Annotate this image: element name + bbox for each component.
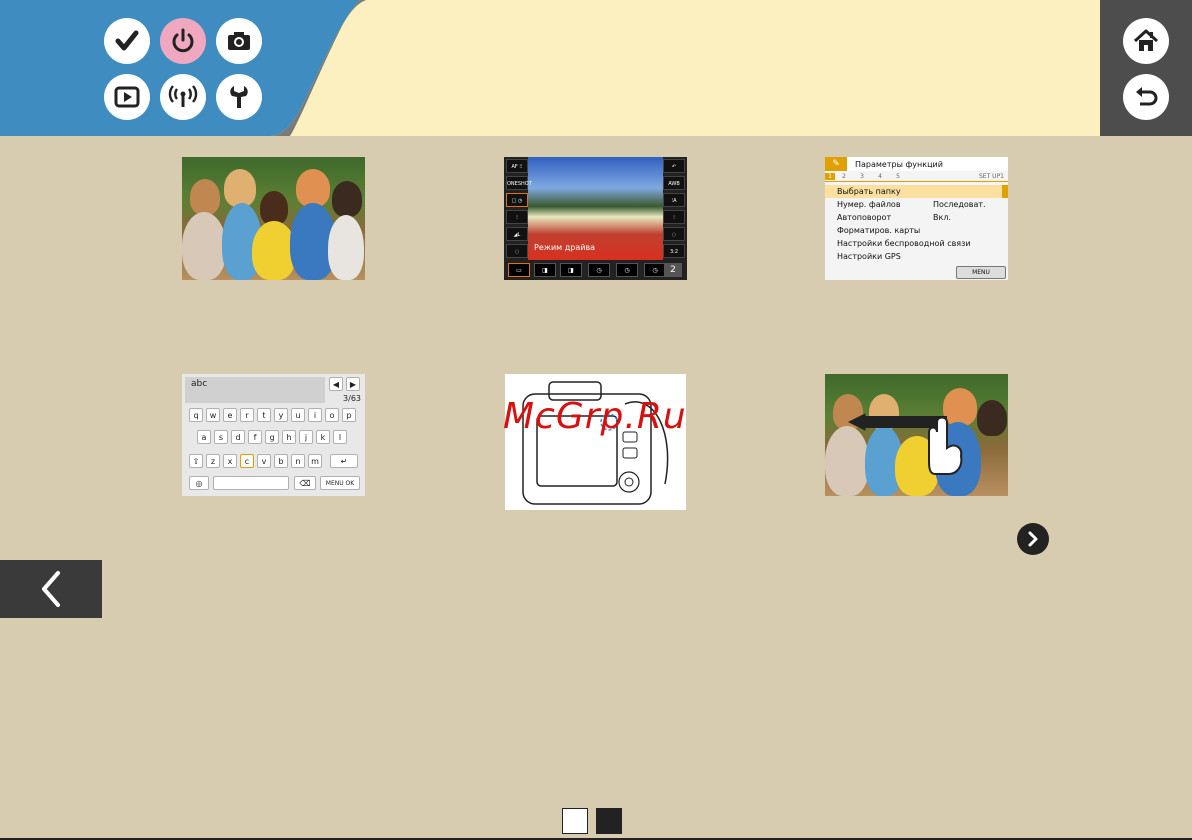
key: c [240,454,254,468]
side-button: AF ⁝⁝ [506,159,528,173]
key: a [197,430,211,444]
key: g [265,430,279,444]
ok-key: MENU OK [320,476,360,490]
text-field: abc [185,377,325,403]
drive-mode-label: Режим драйва [534,243,596,252]
side-button: ⁝ [663,210,685,224]
side-button: ◢L [506,227,528,241]
menu-row: Настройки GPS [837,252,901,261]
enter-icon: ↵ [330,454,358,468]
menu-screen: ✎ Параметры функций 1 2 3 4 5 SET UP1 Вы… [825,157,1008,280]
key: s [214,430,228,444]
nav-panel [1100,0,1192,136]
key: q [189,408,203,422]
menu-row: Форматиров. карты [837,226,921,235]
checkmark-icon[interactable] [104,18,150,64]
header [0,0,1192,136]
side-button: □ ◷ [506,193,528,207]
key: o [325,408,339,422]
side-button: ONESHOT [506,176,532,190]
key: h [282,430,296,444]
menu-row: Автоповорот Вкл. [837,213,951,222]
wrench-icon[interactable] [216,74,262,120]
arrow-left-icon: ◀ [329,377,343,391]
watermark: McGrp.Ru [503,396,687,437]
key: v [257,454,271,468]
arrow-right-icon: ▶ [346,377,360,391]
keyboard-screen: abc ◀ ▶ 3/63 q w e r t y u i o p a s d f… [182,374,365,496]
backspace-icon: ⌫ [294,476,316,490]
key: r [240,408,254,422]
key: x [223,454,237,468]
menu-tabs: 1 2 3 4 5 SET UP1 [825,171,1008,182]
previous-page-button[interactable] [0,560,102,618]
side-button: ◌ [506,244,528,258]
page-box-dark [596,808,622,834]
chevron-right-icon [1028,531,1038,547]
photo-swipe [825,374,1008,496]
key: u [291,408,305,422]
side-button: ↶ [663,159,685,173]
key: y [274,408,288,422]
camera-illustration [505,374,686,510]
key: n [291,454,305,468]
playback-icon[interactable] [104,74,150,120]
next-page-button[interactable] [1017,523,1049,555]
chevron-left-icon [42,571,60,607]
key: w [206,408,220,422]
symbols-icon: ◎ [189,476,209,490]
liveview-drive-mode: AF ⁝⁝ ONESHOT □ ◷ ⁝ ◢L ◌ ↶ AWB ⁝A ⁝ ◌ 3:… [504,157,687,280]
key: p [342,408,356,422]
key: b [274,454,288,468]
key: m [308,454,322,468]
key: l [333,430,347,444]
side-button: ⁝A [663,193,685,207]
menu-row: Нумер. файлов Последоват. [837,200,986,209]
key: d [231,430,245,444]
side-button: ⁝ [506,210,528,224]
page-indicator [562,808,622,834]
side-button: 3:2 [663,244,685,258]
key: k [316,430,330,444]
key: f [248,430,262,444]
photo-family [182,157,365,280]
wireless-icon[interactable] [160,74,206,120]
key: j [299,430,313,444]
wrench-tab-icon: ✎ [825,157,847,171]
space-key [213,476,289,490]
menu-row: Выбрать папку [825,185,1008,198]
page-box-light [562,808,588,834]
shift-icon: ⇧ [189,454,203,468]
key: z [206,454,220,468]
side-button: ◌ [663,227,685,241]
camera-icon[interactable] [216,18,262,64]
home-icon[interactable] [1123,18,1169,64]
key: t [257,408,271,422]
return-icon[interactable] [1123,74,1169,120]
menu-title: Параметры функций [855,159,943,169]
drive-count: 2 [664,263,682,277]
swipe-gesture-icon [847,413,963,475]
power-icon[interactable] [160,18,206,64]
key: e [223,408,237,422]
char-count: 3/63 [343,394,361,403]
key: i [308,408,322,422]
menu-row: Настройки беспроводной связи [837,239,971,248]
side-button: AWB [663,176,685,190]
drive-mode-bar: ▭ ◨ ◨ ◷ ◷ ◷ 2 [504,260,687,280]
menu-button: MENU [956,266,1006,279]
